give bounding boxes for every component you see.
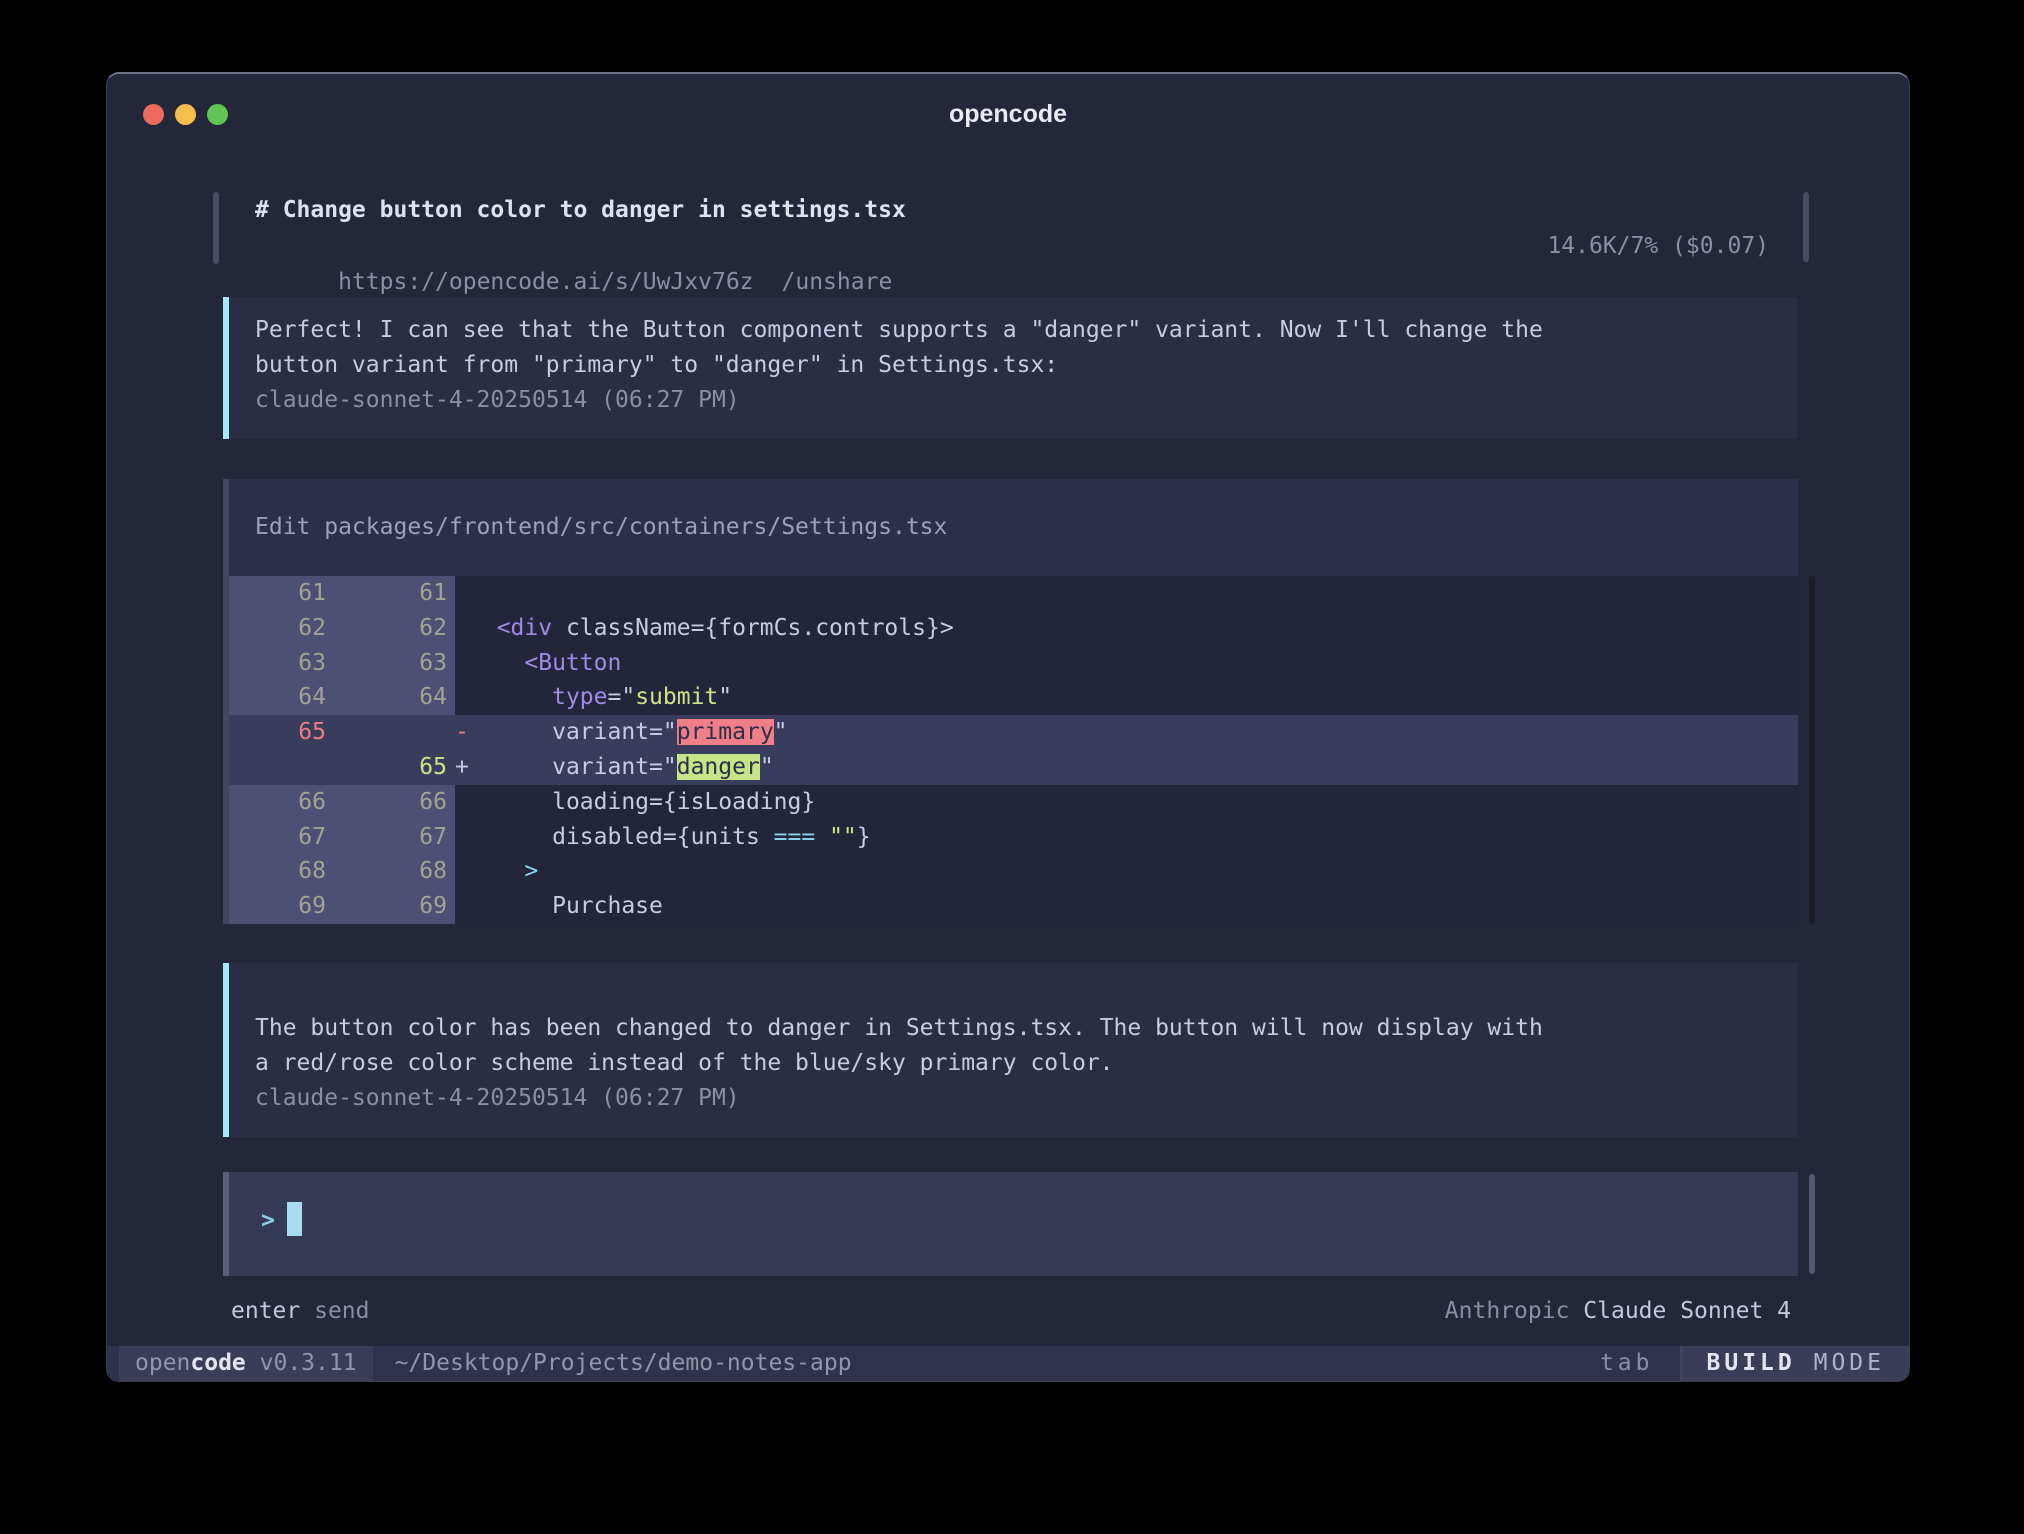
- session-header: # Change button color to danger in setti…: [223, 192, 1798, 264]
- statusbar-right: tab BUILD MODE: [1600, 1346, 1909, 1381]
- diff-row: 6666 loading={isLoading}: [229, 785, 1798, 820]
- app-version-chip: opencode v0.3.11: [119, 1346, 373, 1381]
- tab-key-hint: tab: [1600, 1346, 1680, 1381]
- line-number-old: 69: [229, 889, 342, 924]
- diff-row: 6464 type="submit": [229, 680, 1798, 715]
- text-cursor: [287, 1202, 302, 1236]
- line-number-old: 63: [229, 646, 342, 681]
- header-scrollbar[interactable]: [1803, 192, 1809, 262]
- diff-marker: +: [455, 750, 469, 785]
- edit-file-path: Edit packages/frontend/src/containers/Se…: [229, 479, 1798, 576]
- titlebar: opencode: [107, 74, 1909, 154]
- diff-row: 65+ variant="danger": [229, 750, 1798, 785]
- code-line: <Button: [469, 646, 1798, 681]
- mode-indicator[interactable]: BUILD MODE: [1683, 1346, 1910, 1381]
- session-title: # Change button color to danger in setti…: [255, 192, 906, 228]
- line-number-new: 61: [342, 576, 455, 611]
- prompt-chevron: >: [261, 1208, 275, 1234]
- line-number-old: 66: [229, 785, 342, 820]
- message-line: Perfect! I can see that the Button compo…: [255, 313, 1768, 348]
- diff-marker: [455, 576, 469, 611]
- share-url[interactable]: https://opencode.ai/s/UwJxv76z: [338, 269, 753, 295]
- model-timestamp: claude-sonnet-4-20250514 (06:27 PM): [255, 383, 1768, 418]
- diff-row: 6969 Purchase: [229, 889, 1798, 924]
- send-label: send: [314, 1298, 369, 1324]
- message-line: a red/rose color scheme instead of the b…: [255, 1046, 1768, 1081]
- line-number-new: 62: [342, 611, 455, 646]
- code-line: variant="primary": [469, 715, 1798, 750]
- assistant-message: The button color has been changed to dan…: [223, 963, 1798, 1137]
- diff-row: 6161: [229, 576, 1798, 611]
- hints-row: enter send Anthropic Claude Sonnet 4: [231, 1296, 1791, 1326]
- line-number-old: 68: [229, 854, 342, 889]
- line-number-new: 67: [342, 820, 455, 855]
- diff-scrollbar[interactable]: [1809, 576, 1815, 924]
- line-number-new: 66: [342, 785, 455, 820]
- diff-row: 6868 >: [229, 854, 1798, 889]
- edit-tool-block: Edit packages/frontend/src/containers/Se…: [223, 479, 1798, 924]
- line-number-new: 63: [342, 646, 455, 681]
- line-number-new: 65: [342, 750, 455, 785]
- diff-marker: [455, 680, 469, 715]
- app-name-open: open: [135, 1350, 190, 1376]
- code-line: type="submit": [469, 680, 1798, 715]
- code-line: <div className={formCs.controls}>: [469, 611, 1798, 646]
- mode-build-label: BUILD: [1707, 1350, 1796, 1376]
- diff-row: 6262 <div className={formCs.controls}>: [229, 611, 1798, 646]
- diff-marker: [455, 854, 469, 889]
- assistant-message: Perfect! I can see that the Button compo…: [223, 297, 1798, 439]
- enter-key-hint: enter: [231, 1298, 300, 1324]
- code-line: [469, 576, 1798, 611]
- model-name: Claude Sonnet 4: [1583, 1298, 1791, 1324]
- code-line: variant="danger": [469, 750, 1798, 785]
- line-number-old: 64: [229, 680, 342, 715]
- code-line: disabled={units === ""}: [469, 820, 1798, 855]
- opencode-window: opencode # Change button color to danger…: [106, 72, 1910, 1382]
- diff-marker: [455, 785, 469, 820]
- unshare-command[interactable]: /unshare: [782, 269, 893, 295]
- status-bar: opencode v0.3.11 ~/Desktop/Projects/demo…: [107, 1346, 1909, 1381]
- message-line: The button color has been changed to dan…: [255, 1011, 1768, 1046]
- diff-marker: -: [455, 715, 469, 750]
- provider-name: Anthropic: [1445, 1298, 1570, 1324]
- code-line: Purchase: [469, 889, 1798, 924]
- prompt-input[interactable]: >: [223, 1172, 1798, 1276]
- line-number-new: 64: [342, 680, 455, 715]
- code-line: loading={isLoading}: [469, 785, 1798, 820]
- mode-word-label: MODE: [1796, 1350, 1885, 1376]
- diff-row: 6363 <Button: [229, 646, 1798, 681]
- session-subline: https://opencode.ai/s/UwJxv76z/unshare 1…: [255, 228, 1798, 264]
- diff-marker: [455, 889, 469, 924]
- diff-row: 6767 disabled={units === ""}: [229, 820, 1798, 855]
- diff-marker: [455, 611, 469, 646]
- line-number-old: [229, 750, 342, 785]
- token-usage-stats: 14.6K/7% ($0.07): [1547, 228, 1769, 264]
- diff-row: 65 - variant="primary": [229, 715, 1798, 750]
- diff-table: 61616262 <div className={formCs.controls…: [229, 576, 1798, 924]
- message-line: button variant from "primary" to "danger…: [255, 348, 1768, 383]
- header-left-rule: [213, 192, 219, 264]
- line-number-old: 65: [229, 715, 342, 750]
- model-timestamp: claude-sonnet-4-20250514 (06:27 PM): [255, 1081, 1768, 1116]
- line-number-old: 67: [229, 820, 342, 855]
- model-indicator: Anthropic Claude Sonnet 4: [1445, 1296, 1791, 1326]
- line-number-old: 61: [229, 576, 342, 611]
- line-number-new: 68: [342, 854, 455, 889]
- line-number-new: [342, 715, 455, 750]
- diff-marker: [455, 820, 469, 855]
- app-name-code: code: [190, 1350, 245, 1376]
- send-hint: enter send: [231, 1296, 370, 1326]
- line-number-old: 62: [229, 611, 342, 646]
- input-scrollbar[interactable]: [1809, 1174, 1815, 1274]
- diff-marker: [455, 646, 469, 681]
- app-version: v0.3.11: [246, 1350, 357, 1376]
- line-number-new: 69: [342, 889, 455, 924]
- window-title: opencode: [107, 100, 1909, 129]
- working-directory: ~/Desktop/Projects/demo-notes-app: [373, 1346, 852, 1381]
- code-line: >: [469, 854, 1798, 889]
